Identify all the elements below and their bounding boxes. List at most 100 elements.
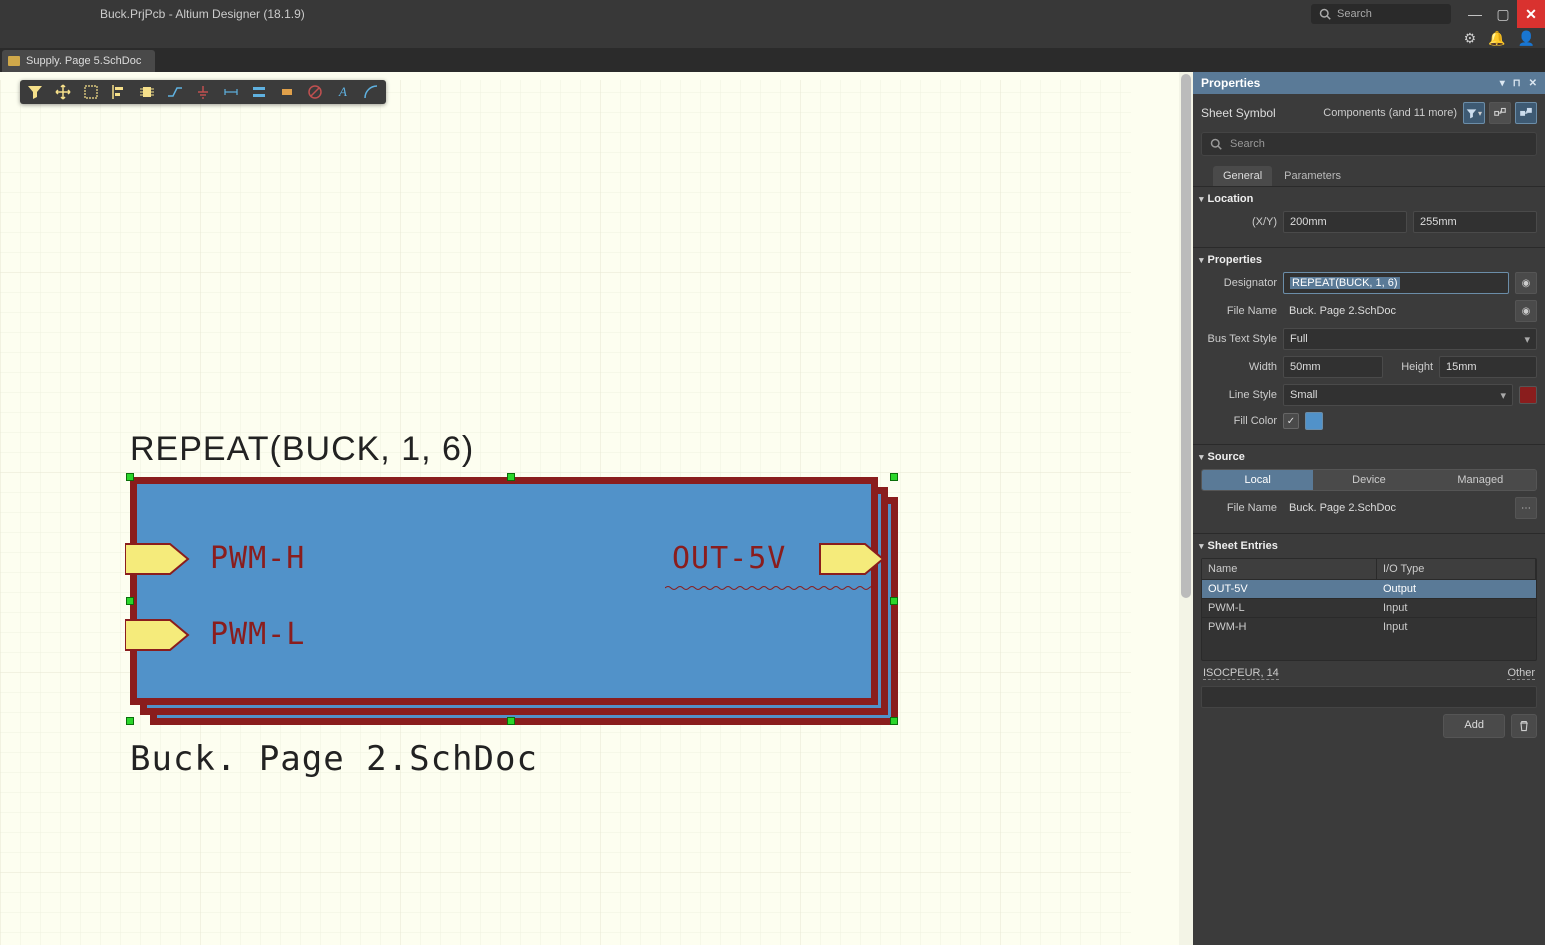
global-search[interactable]: Search (1311, 4, 1451, 24)
selection-handle[interactable] (126, 717, 134, 725)
text-icon[interactable]: A (334, 83, 352, 101)
source-filename-browse-button[interactable]: ⋯ (1515, 497, 1537, 519)
scrollbar-thumb[interactable] (1181, 74, 1191, 598)
location-x-input[interactable]: 200mm (1283, 211, 1407, 233)
wire-icon[interactable] (166, 83, 184, 101)
entries-other-link[interactable]: Other (1507, 667, 1535, 680)
canvas-scrollbar-vertical[interactable] (1179, 72, 1193, 945)
tab-general[interactable]: General (1213, 166, 1272, 186)
width-input[interactable]: 50mm (1283, 356, 1383, 378)
section-source: Source Local Device Managed File Name Bu… (1193, 444, 1545, 533)
linestyle-dropdown[interactable]: Small (1283, 384, 1513, 406)
selection-handle[interactable] (507, 473, 515, 481)
table-row[interactable]: PWM-L Input (1202, 598, 1536, 617)
selection-handle[interactable] (890, 597, 898, 605)
fillcolor-label: Fill Color (1201, 415, 1277, 427)
port-arrow-pwm-l[interactable] (125, 615, 191, 655)
designator-visibility-button[interactable]: ◉ (1515, 272, 1537, 294)
filename-value: Buck. Page 2.SchDoc (1283, 300, 1509, 322)
selection-icon[interactable] (82, 83, 100, 101)
col-io[interactable]: I/O Type (1377, 559, 1536, 579)
select-all-button[interactable] (1515, 102, 1537, 124)
xy-label: (X/Y) (1201, 216, 1277, 228)
source-managed[interactable]: Managed (1425, 470, 1536, 490)
document-tab[interactable]: Supply. Page 5.SchDoc (2, 50, 155, 72)
gnd-icon[interactable] (194, 83, 212, 101)
port-arrow-out-5v[interactable] (818, 539, 884, 579)
section-sheet-entries: Sheet Entries Name I/O Type OUT-5V Outpu… (1193, 533, 1545, 746)
source-filename-value: Buck. Page 2.SchDoc (1283, 497, 1509, 519)
minimize-button[interactable]: — (1461, 0, 1489, 28)
source-segmented-control[interactable]: Local Device Managed (1201, 469, 1537, 491)
settings-icon[interactable]: ⚙ (1464, 30, 1477, 47)
location-y-input[interactable]: 255mm (1413, 211, 1537, 233)
properties-panel: Properties ▾ ⊓ ✕ Sheet Symbol Components… (1193, 72, 1545, 945)
section-properties: Properties Designator REPEAT(BUCK, 1, 6)… (1193, 247, 1545, 444)
port-arrow-pwm-h[interactable] (125, 539, 191, 579)
notifications-icon[interactable]: 🔔 (1488, 30, 1505, 47)
section-location-header[interactable]: Location (1201, 193, 1537, 205)
window-buttons: — ▢ ✕ (1461, 0, 1545, 28)
col-name[interactable]: Name (1202, 559, 1377, 579)
section-entries-header[interactable]: Sheet Entries (1201, 540, 1537, 552)
add-entry-button[interactable]: Add (1443, 714, 1505, 738)
filename-label: File Name (1201, 305, 1277, 317)
maximize-button[interactable]: ▢ (1489, 0, 1517, 28)
tab-parameters[interactable]: Parameters (1274, 166, 1351, 186)
repeat-wavy-line-icon (665, 585, 875, 591)
panel-close-icon[interactable]: ✕ (1529, 78, 1537, 89)
width-label: Width (1201, 361, 1277, 373)
entries-edit-field[interactable] (1201, 686, 1537, 708)
move-icon[interactable] (54, 83, 72, 101)
filter-summary[interactable]: Components (and 11 more) (1282, 107, 1457, 119)
dimension-icon[interactable] (222, 83, 240, 101)
bustext-dropdown[interactable]: Full (1283, 328, 1537, 350)
linestyle-label: Line Style (1201, 389, 1277, 401)
align-left-icon[interactable] (110, 83, 128, 101)
no-erc-icon[interactable] (306, 83, 324, 101)
port-label-pwm-h: PWM-H (210, 541, 305, 576)
designator-label: Designator (1201, 277, 1277, 289)
bus-icon[interactable] (250, 83, 268, 101)
panel-search[interactable]: Search (1201, 132, 1537, 156)
line-color-swatch[interactable] (1519, 386, 1537, 404)
delete-entry-button[interactable] (1511, 714, 1537, 738)
table-row[interactable]: OUT-5V Output (1202, 579, 1536, 598)
port-label-pwm-l: PWM-L (210, 617, 305, 652)
panel-tabs: General Parameters (1213, 166, 1537, 186)
source-device[interactable]: Device (1313, 470, 1424, 490)
entries-font-info[interactable]: ISOCPEUR, 14 (1203, 667, 1279, 680)
selection-handle[interactable] (890, 717, 898, 725)
section-location: Location (X/Y) 200mm 255mm (1193, 186, 1545, 247)
sheet-symbol-body[interactable] (130, 477, 878, 705)
panel-pin-icon[interactable]: ⊓ (1513, 78, 1521, 89)
table-row[interactable]: PWM-H Input (1202, 617, 1536, 636)
select-connected-button[interactable] (1489, 102, 1511, 124)
filter-icon[interactable] (26, 83, 44, 101)
fill-color-swatch[interactable] (1305, 412, 1323, 430)
harness-icon[interactable] (278, 83, 296, 101)
fillcolor-checkbox[interactable]: ✓ (1283, 413, 1299, 429)
selection-handle[interactable] (126, 597, 134, 605)
section-source-header[interactable]: Source (1201, 451, 1537, 463)
height-input[interactable]: 15mm (1439, 356, 1537, 378)
selection-handle[interactable] (890, 473, 898, 481)
arc-icon[interactable] (362, 83, 380, 101)
panel-menu-icon[interactable]: ▾ (1500, 78, 1505, 89)
selection-handle[interactable] (507, 717, 515, 725)
filter-funnel-button[interactable]: ▾ (1463, 102, 1485, 124)
window-title: Buck.PrjPcb - Altium Designer (18.1.9) (100, 7, 1311, 21)
sheet-symbol-instance[interactable]: REPEAT(BUCK, 1, 6) PWM-H PWM-L OUT-5V (130, 430, 900, 779)
search-icon (1210, 138, 1222, 150)
close-button[interactable]: ✕ (1517, 0, 1545, 28)
global-search-placeholder: Search (1337, 8, 1372, 20)
source-local[interactable]: Local (1202, 470, 1313, 490)
component-icon[interactable] (138, 83, 156, 101)
designator-input[interactable]: REPEAT(BUCK, 1, 6) (1283, 272, 1509, 294)
schematic-canvas[interactable]: A REPEAT(BUCK, 1, 6) PWM-H PWM-L OUT-5V (0, 72, 1193, 945)
selection-handle[interactable] (126, 473, 134, 481)
filename-visibility-button[interactable]: ◉ (1515, 300, 1537, 322)
user-icon[interactable]: 👤 (1518, 30, 1535, 47)
section-properties-header[interactable]: Properties (1201, 254, 1537, 266)
sheet-entries-table[interactable]: Name I/O Type OUT-5V Output PWM-L Input … (1201, 558, 1537, 661)
